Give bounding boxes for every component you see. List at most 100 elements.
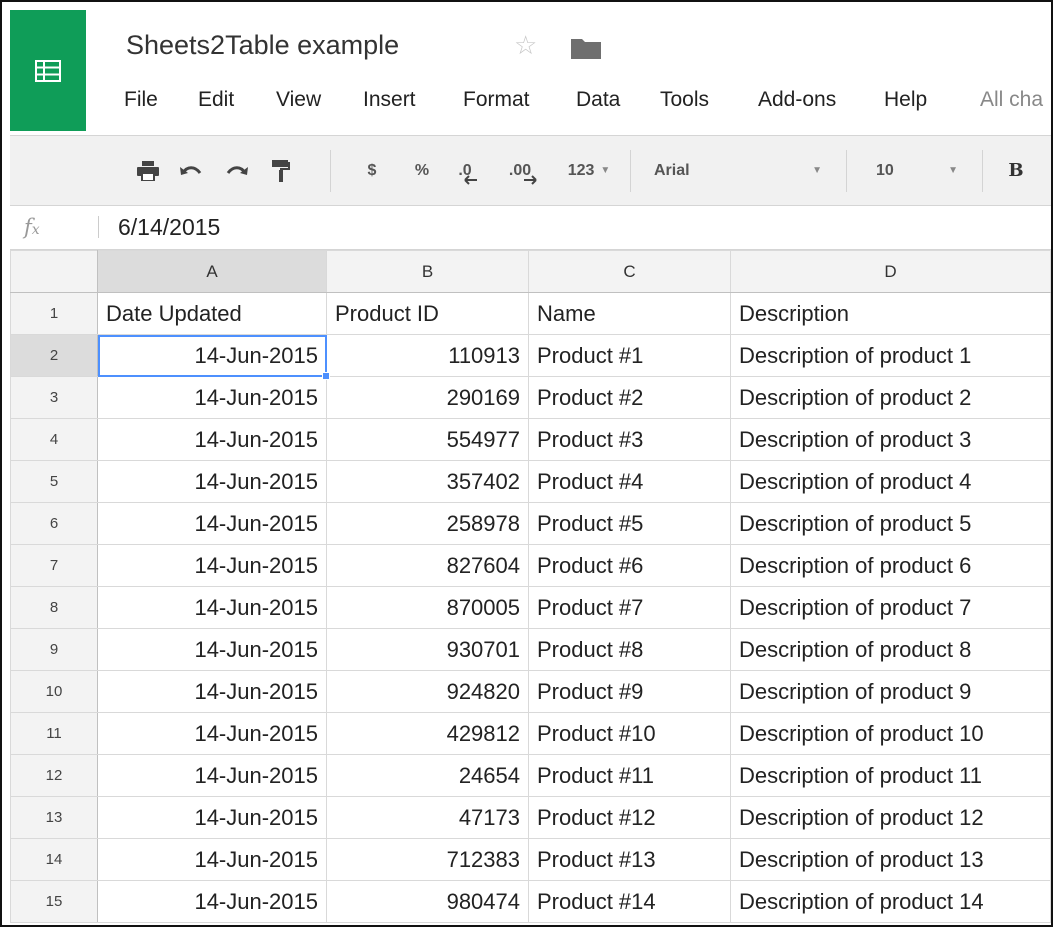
select-all-corner[interactable] (10, 250, 98, 293)
row-header[interactable]: 8 (10, 586, 98, 629)
cell-d2[interactable]: Description of product 1 (730, 334, 1051, 377)
cell-a1[interactable]: Date Updated (97, 292, 327, 335)
increase-decimals-button[interactable]: .00 (498, 136, 548, 205)
font-size-dropdown[interactable]: 10 ▼ (854, 136, 974, 205)
cell-c2[interactable]: Product #1 (528, 334, 731, 377)
menu-edit[interactable]: Edit (198, 88, 234, 112)
cell-c10[interactable]: Product #9 (528, 670, 731, 713)
menu-format[interactable]: Format (463, 88, 530, 112)
print-icon[interactable] (132, 136, 164, 205)
row-header[interactable]: 7 (10, 544, 98, 587)
cell-c12[interactable]: Product #11 (528, 754, 731, 797)
cell-d8[interactable]: Description of product 7 (730, 586, 1051, 629)
cell-d9[interactable]: Description of product 8 (730, 628, 1051, 671)
save-status[interactable]: All cha (980, 88, 1043, 112)
star-icon[interactable]: ☆ (514, 32, 537, 58)
paint-format-icon[interactable] (266, 136, 296, 205)
cell-c13[interactable]: Product #12 (528, 796, 731, 839)
column-header-d[interactable]: D (730, 250, 1051, 293)
cell-a9[interactable]: 14-Jun-2015 (97, 628, 327, 671)
cell-a15[interactable]: 14-Jun-2015 (97, 880, 327, 923)
menu-view[interactable]: View (276, 88, 321, 112)
cell-b8[interactable]: 870005 (326, 586, 529, 629)
cell-a2[interactable]: 14-Jun-2015 (97, 334, 327, 377)
cell-c9[interactable]: Product #8 (528, 628, 731, 671)
decrease-decimals-button[interactable]: .0 (448, 136, 488, 205)
percent-format-button[interactable]: % (408, 136, 436, 205)
cell-b11[interactable]: 429812 (326, 712, 529, 755)
cell-d6[interactable]: Description of product 5 (730, 502, 1051, 545)
cell-a12[interactable]: 14-Jun-2015 (97, 754, 327, 797)
font-family-dropdown[interactable]: Arial ▼ (638, 136, 838, 205)
cell-c7[interactable]: Product #6 (528, 544, 731, 587)
menu-help[interactable]: Help (884, 88, 927, 112)
row-header[interactable]: 15 (10, 880, 98, 923)
currency-format-button[interactable]: $ (360, 136, 384, 205)
row-header[interactable]: 11 (10, 712, 98, 755)
row-header[interactable]: 4 (10, 418, 98, 461)
formula-input[interactable]: 6/14/2015 (118, 214, 220, 241)
row-header[interactable]: 12 (10, 754, 98, 797)
fill-handle[interactable] (321, 371, 330, 380)
cell-d10[interactable]: Description of product 9 (730, 670, 1051, 713)
document-title[interactable]: Sheets2Table example (126, 30, 399, 61)
cell-d4[interactable]: Description of product 3 (730, 418, 1051, 461)
cell-b15[interactable]: 980474 (326, 880, 529, 923)
row-header[interactable]: 9 (10, 628, 98, 671)
cell-c6[interactable]: Product #5 (528, 502, 731, 545)
cell-c4[interactable]: Product #3 (528, 418, 731, 461)
cell-d1[interactable]: Description (730, 292, 1051, 335)
cell-b4[interactable]: 554977 (326, 418, 529, 461)
cell-c8[interactable]: Product #7 (528, 586, 731, 629)
column-header-a[interactable]: A (97, 250, 327, 293)
cell-b2[interactable]: 110913 (326, 334, 529, 377)
cell-c11[interactable]: Product #10 (528, 712, 731, 755)
cell-d15[interactable]: Description of product 14 (730, 880, 1051, 923)
cell-b12[interactable]: 24654 (326, 754, 529, 797)
menu-tools[interactable]: Tools (660, 88, 709, 112)
cell-a13[interactable]: 14-Jun-2015 (97, 796, 327, 839)
cell-b3[interactable]: 290169 (326, 376, 529, 419)
row-header[interactable]: 5 (10, 460, 98, 503)
cell-c15[interactable]: Product #14 (528, 880, 731, 923)
row-header[interactable]: 3 (10, 376, 98, 419)
cell-a6[interactable]: 14-Jun-2015 (97, 502, 327, 545)
cell-b6[interactable]: 258978 (326, 502, 529, 545)
column-header-c[interactable]: C (528, 250, 731, 293)
menu-insert[interactable]: Insert (363, 88, 416, 112)
cell-c3[interactable]: Product #2 (528, 376, 731, 419)
folder-icon[interactable] (570, 36, 602, 65)
cell-c5[interactable]: Product #4 (528, 460, 731, 503)
cell-b5[interactable]: 357402 (326, 460, 529, 503)
cell-a4[interactable]: 14-Jun-2015 (97, 418, 327, 461)
cell-c14[interactable]: Product #13 (528, 838, 731, 881)
cell-b1[interactable]: Product ID (326, 292, 529, 335)
cell-a7[interactable]: 14-Jun-2015 (97, 544, 327, 587)
cell-a3[interactable]: 14-Jun-2015 (97, 376, 327, 419)
menu-addons[interactable]: Add-ons (758, 88, 836, 112)
row-header[interactable]: 1 (10, 292, 98, 335)
cell-d12[interactable]: Description of product 11 (730, 754, 1051, 797)
cell-d14[interactable]: Description of product 13 (730, 838, 1051, 881)
cell-b9[interactable]: 930701 (326, 628, 529, 671)
column-header-b[interactable]: B (326, 250, 529, 293)
cell-b13[interactable]: 47173 (326, 796, 529, 839)
sheets-logo-icon[interactable] (10, 10, 86, 131)
row-header[interactable]: 13 (10, 796, 98, 839)
cell-a14[interactable]: 14-Jun-2015 (97, 838, 327, 881)
redo-icon[interactable] (220, 136, 254, 205)
cell-a8[interactable]: 14-Jun-2015 (97, 586, 327, 629)
cell-a10[interactable]: 14-Jun-2015 (97, 670, 327, 713)
row-header[interactable]: 10 (10, 670, 98, 713)
cell-b14[interactable]: 712383 (326, 838, 529, 881)
cell-b7[interactable]: 827604 (326, 544, 529, 587)
cell-b10[interactable]: 924820 (326, 670, 529, 713)
menu-data[interactable]: Data (576, 88, 620, 112)
cell-d7[interactable]: Description of product 6 (730, 544, 1051, 587)
cell-d13[interactable]: Description of product 12 (730, 796, 1051, 839)
row-header[interactable]: 6 (10, 502, 98, 545)
cell-a11[interactable]: 14-Jun-2015 (97, 712, 327, 755)
cell-d5[interactable]: Description of product 4 (730, 460, 1051, 503)
undo-icon[interactable] (174, 136, 208, 205)
bold-button[interactable]: B (1004, 136, 1028, 205)
